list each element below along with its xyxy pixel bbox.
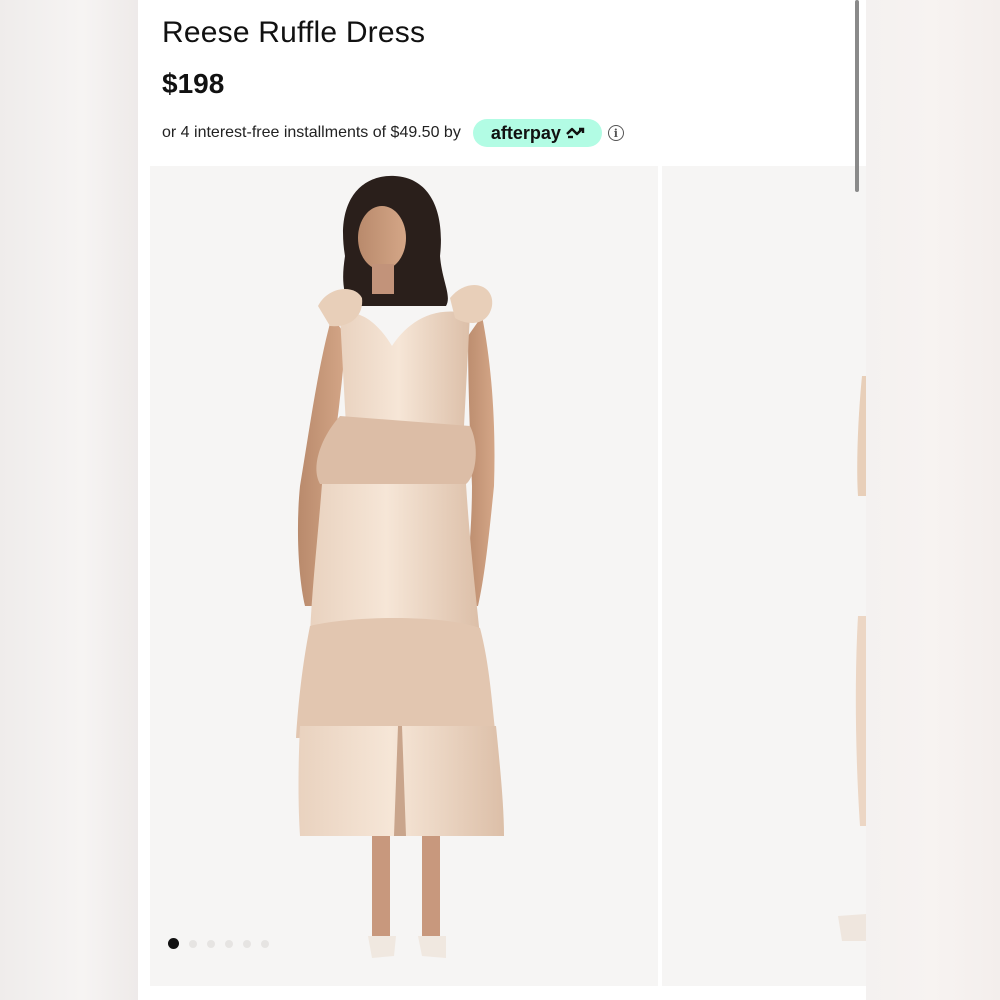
pagination-dot[interactable]	[243, 939, 251, 948]
product-image-main[interactable]	[150, 166, 658, 986]
next-image-partial	[838, 376, 866, 941]
afterpay-badge[interactable]: afterpay	[472, 119, 602, 147]
product-price: $198	[162, 68, 225, 99]
image-pagination	[168, 938, 269, 949]
afterpay-label: afterpay	[490, 122, 561, 143]
pagination-dot[interactable]	[168, 938, 179, 949]
pagination-dot[interactable]	[261, 939, 269, 948]
installments-row: or 4 interest-free installments of $49.5…	[162, 118, 624, 148]
pagination-dot[interactable]	[225, 939, 233, 948]
afterpay-arrows-icon	[566, 127, 585, 139]
installments-text: or 4 interest-free installments of $49.5…	[162, 124, 461, 141]
info-icon[interactable]: i	[607, 125, 624, 141]
product-image-next[interactable]	[662, 166, 866, 986]
product-detail-panel: Reese Ruffle Dress $198 or 4 interest-fr…	[138, 0, 866, 1000]
blurred-backdrop-left	[0, 0, 138, 1000]
blurred-backdrop-right	[866, 0, 1000, 1000]
pagination-dot[interactable]	[189, 939, 197, 948]
model-dress-illustration	[296, 175, 504, 958]
scrollbar[interactable]	[855, 0, 859, 192]
pagination-dot[interactable]	[207, 939, 215, 948]
product-title: Reese Ruffle Dress	[162, 16, 426, 49]
